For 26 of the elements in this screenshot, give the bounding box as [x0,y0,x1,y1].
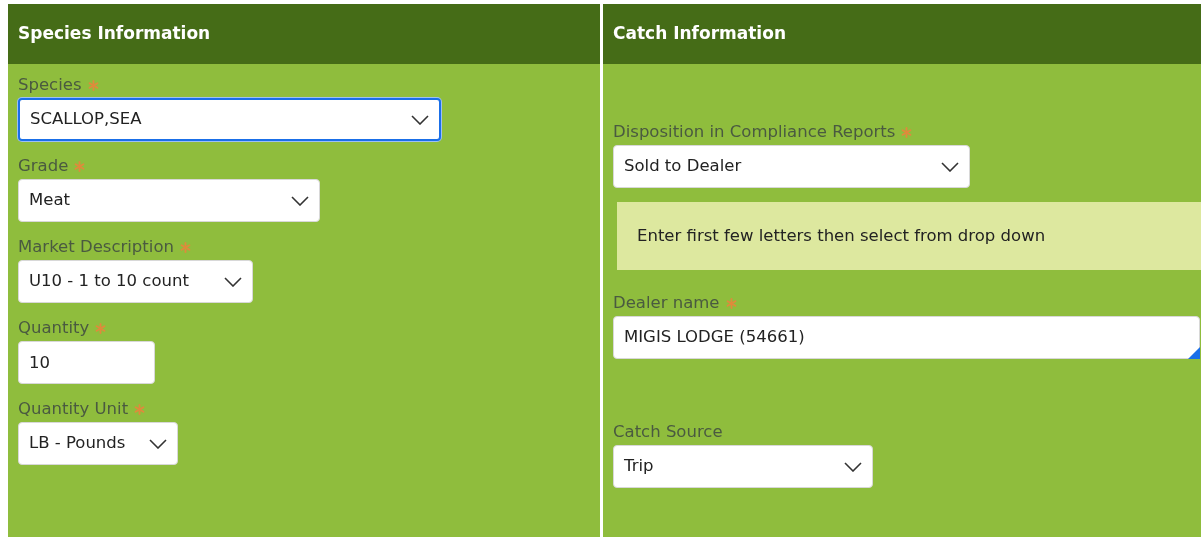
chevron-icon [941,161,959,172]
dropdown[interactable]: LB - Pounds [18,422,178,465]
chevron-icon [844,461,862,472]
field-label: Quantity [18,317,90,339]
panel-header: Species Information [8,4,600,64]
dropdown[interactable]: Meat [18,179,320,222]
field-label: Quantity Unit [18,398,129,420]
chevron-icon [149,438,167,449]
field-label: Disposition in Compliance Reports [613,121,896,143]
dropdown[interactable]: SCALLOP,SEA [18,98,441,141]
field-label: Species [18,74,82,96]
resize-icon [1188,347,1200,359]
chevron-icon [291,195,309,206]
chevron-icon [224,276,242,287]
field-label: Grade [18,155,69,177]
dropdown[interactable]: Trip [613,445,873,488]
field-label: Dealer name [613,292,720,314]
field-label: Market Description [18,236,174,258]
dropdown[interactable]: U10 - 1 to 10 count [18,260,253,303]
chevron-icon [411,114,429,125]
autocomplete-field[interactable]: MIGIS LODGE (54661) [613,316,1200,359]
dropdown[interactable]: Sold to Dealer [613,145,970,188]
hint-box: Enter first few letters then select from drop down [617,202,1201,270]
panel-header: Catch Information [603,4,1201,64]
field-label: Catch Source [613,421,723,443]
text-field[interactable]: 10 [18,341,155,384]
